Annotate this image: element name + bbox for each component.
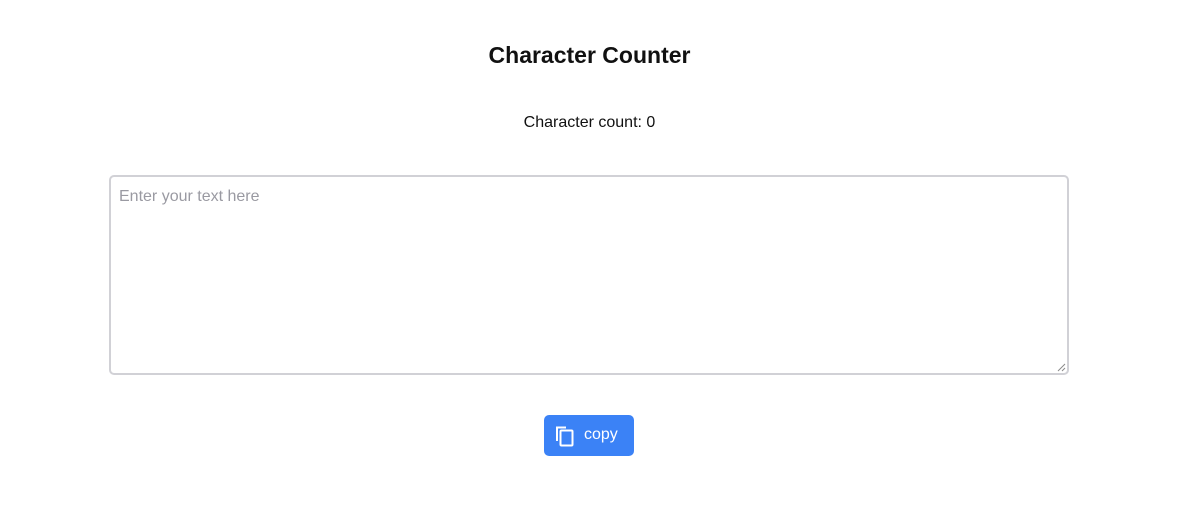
character-count: Character count: 0 [0, 113, 1179, 133]
text-input[interactable] [109, 175, 1069, 375]
copy-button[interactable]: copy [544, 415, 634, 456]
character-count-label: Character count: [523, 114, 647, 131]
character-counter-page: Character Counter Character count: 0 cop… [0, 0, 1189, 531]
copy-button-label: copy [584, 425, 618, 443]
resize-handle-icon[interactable] [1056, 362, 1066, 372]
character-count-value: 0 [646, 114, 656, 131]
page-title: Character Counter [488, 42, 691, 68]
copy-icon [556, 426, 574, 446]
text-input-container [109, 175, 1069, 375]
